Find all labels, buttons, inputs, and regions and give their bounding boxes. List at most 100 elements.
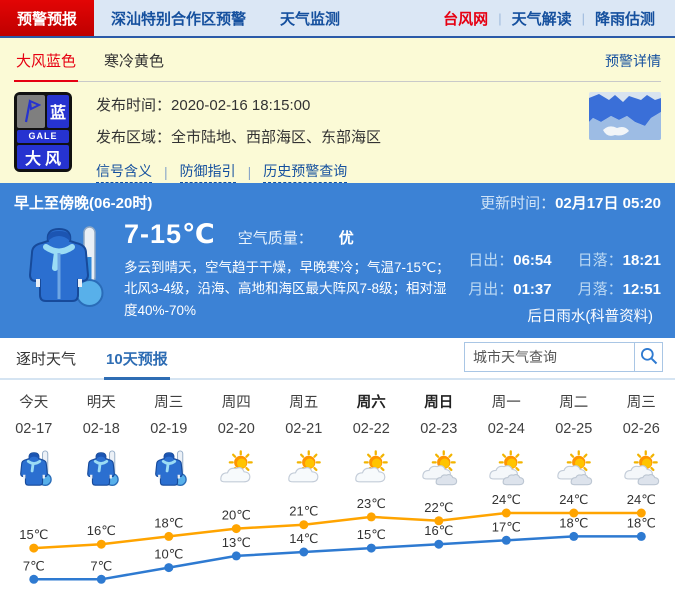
forecast-date: 02-17 [0,415,68,445]
nav-right-links: 台风网 | 天气解读 | 降雨估测 [433,0,675,36]
cloudy-icon [473,445,541,489]
sun-cloud-icon [338,445,406,489]
forecast-day-label: 周一 [473,391,541,415]
warning-tab-cold-yellow[interactable]: 寒冷黄色 [102,50,166,81]
current-summary: 7-15℃ 空气质量： 优 多云到晴天，空气趋于干燥，早晚寒冷；气温7-15℃；… [124,219,450,321]
temperature-range: 7-15℃ [124,219,216,250]
svg-text:15℃: 15℃ [357,527,386,542]
forecast-day-column[interactable]: 周五02-21 [270,391,338,489]
forecast-date: 02-19 [135,415,203,445]
weather-description: 多云到晴天，空气趋于干燥，早晚寒冷；气温7-15℃；北风3-4级，沿海、高地和海… [124,257,450,321]
svg-text:18℃: 18℃ [559,515,588,530]
forecast-day-column[interactable]: 周日02-23 [405,391,473,489]
forecast-date: 02-21 [270,415,338,445]
forecast-day-column[interactable]: 周三02-19 [135,391,203,489]
moonset: 月落：12:51 [578,278,661,299]
forecast-day-column[interactable]: 周三02-26 [608,391,675,489]
svg-text:13℃: 13℃ [222,535,251,550]
nav-tab-weather-monitor[interactable]: 天气监测 [263,0,357,36]
svg-text:20℃: 20℃ [222,508,251,523]
forecast-day-label: 周二 [540,391,608,415]
forecast-day-column[interactable]: 周六02-22 [338,391,406,489]
publish-time-line: 发布时间：2020-02-16 18:15:00 [96,94,381,115]
weather-widget: 预警预报 深汕特别合作区预警 天气监测 台风网 | 天气解读 | 降雨估测 大风… [0,0,675,594]
nav-tab-warning-forecast[interactable]: 预警预报 [0,0,94,36]
air-quality-label: 空气质量： [238,227,313,248]
svg-text:23℃: 23℃ [357,496,386,511]
forecast-day-column[interactable]: 明天02-18 [68,391,136,489]
forecast-date: 02-26 [608,415,675,445]
forecast-date: 02-23 [405,415,473,445]
publish-area-line: 发布区域：全市陆地、西部海区、东部海区 [96,126,381,147]
cloudy-icon [608,445,675,489]
forecast-day-column[interactable]: 周四02-20 [203,391,271,489]
search-button[interactable] [634,342,663,372]
svg-text:18℃: 18℃ [154,515,183,530]
nav-link-weather-explain[interactable]: 天气解读 [502,8,582,29]
forecast-day-label: 周四 [203,391,271,415]
svg-text:24℃: 24℃ [492,492,521,507]
update-time: 更新时间：02月17日 05:20 [480,192,661,213]
nav-link-typhoon-net[interactable]: 台风网 [433,8,498,29]
search-input[interactable] [464,342,634,372]
warning-body: 蓝 GALE 大风 发布时间：2020-02-16 18:15:00 发布区域：… [14,82,661,183]
forecast-day-column[interactable]: 周一02-24 [473,391,541,489]
ten-day-forecast-grid: 今天02-17明天02-18周三02-19周四02-20周五02-21周六02-… [0,380,675,489]
forecast-day-label: 周六 [338,391,406,415]
sunset: 日落：18:21 [578,249,661,270]
history-warning-link[interactable]: 历史预警查询 [263,161,347,183]
signal-meaning-link[interactable]: 信号含义 [96,161,152,183]
forecast-day-label: 周五 [270,391,338,415]
defense-guide-link[interactable]: 防御指引 [180,161,236,183]
svg-text:24℃: 24℃ [627,492,656,507]
nav-link-rain-estimate[interactable]: 降雨估测 [585,8,665,29]
svg-text:18℃: 18℃ [627,515,656,530]
forecast-day-label: 周日 [405,391,473,415]
svg-text:14℃: 14℃ [289,531,318,546]
link-separator: | [164,164,168,180]
forecast-date: 02-18 [68,415,136,445]
forecast-day-column[interactable]: 今天02-17 [0,391,68,489]
svg-text:16℃: 16℃ [424,523,453,538]
svg-text:17℃: 17℃ [492,519,521,534]
moonrise: 月出：01:37 [468,278,551,299]
nav-tab-shenshan-warning[interactable]: 深汕特别合作区预警 [94,0,263,36]
air-quality-value: 优 [339,227,354,248]
svg-text:10℃: 10℃ [154,547,183,562]
forecast-date: 02-24 [473,415,541,445]
cold-icon [135,445,203,489]
current-header: 早上至傍晚(06-20时) 更新时间：02月17日 05:20 [14,192,661,213]
forecast-day-column[interactable]: 周二02-25 [540,391,608,489]
forecast-date: 02-25 [540,415,608,445]
forecast-date: 02-22 [338,415,406,445]
svg-text:15℃: 15℃ [19,527,48,542]
link-separator: | [248,164,252,180]
temperature-trend-chart: 15℃16℃18℃20℃21℃23℃22℃24℃24℃24℃7℃7℃10℃13℃… [0,489,675,601]
warning-area-map-thumbnail[interactable] [589,92,661,140]
sun-cloud-icon [203,445,271,489]
forecast-date: 02-20 [203,415,271,445]
cloudy-icon [405,445,473,489]
search-icon [639,346,659,369]
forecast-tabs-bar: 逐时天气 10天预报 [0,338,675,380]
science-article-link[interactable]: 后日雨水(科普资料) [527,305,653,326]
tab-hourly-weather[interactable]: 逐时天气 [14,348,78,378]
cold-icon [0,445,68,489]
sunrise: 日出：06:54 [468,249,551,270]
warning-tab-gale-blue[interactable]: 大风蓝色 [14,50,78,81]
warning-tabs: 大风蓝色 寒冷黄色 预警详情 [14,38,661,82]
forecast-day-label: 明天 [68,391,136,415]
nav-spacer [357,0,433,36]
signal-name-label: 大风 [17,145,69,169]
svg-text:24℃: 24℃ [559,492,588,507]
tab-ten-day-forecast[interactable]: 10天预报 [104,348,170,380]
forecast-period-label: 早上至傍晚(06-20时) [14,192,152,213]
signal-level-char: 蓝 [47,95,69,128]
sun-cloud-icon [270,445,338,489]
current-weather-panel: 早上至傍晚(06-20时) 更新时间：02月17日 05:20 [0,183,675,338]
warning-detail-link[interactable]: 预警详情 [605,51,661,71]
city-weather-search [464,342,663,372]
cold-icon [68,445,136,489]
signal-code-label: GALE [17,130,69,143]
svg-text:21℃: 21℃ [289,504,318,519]
